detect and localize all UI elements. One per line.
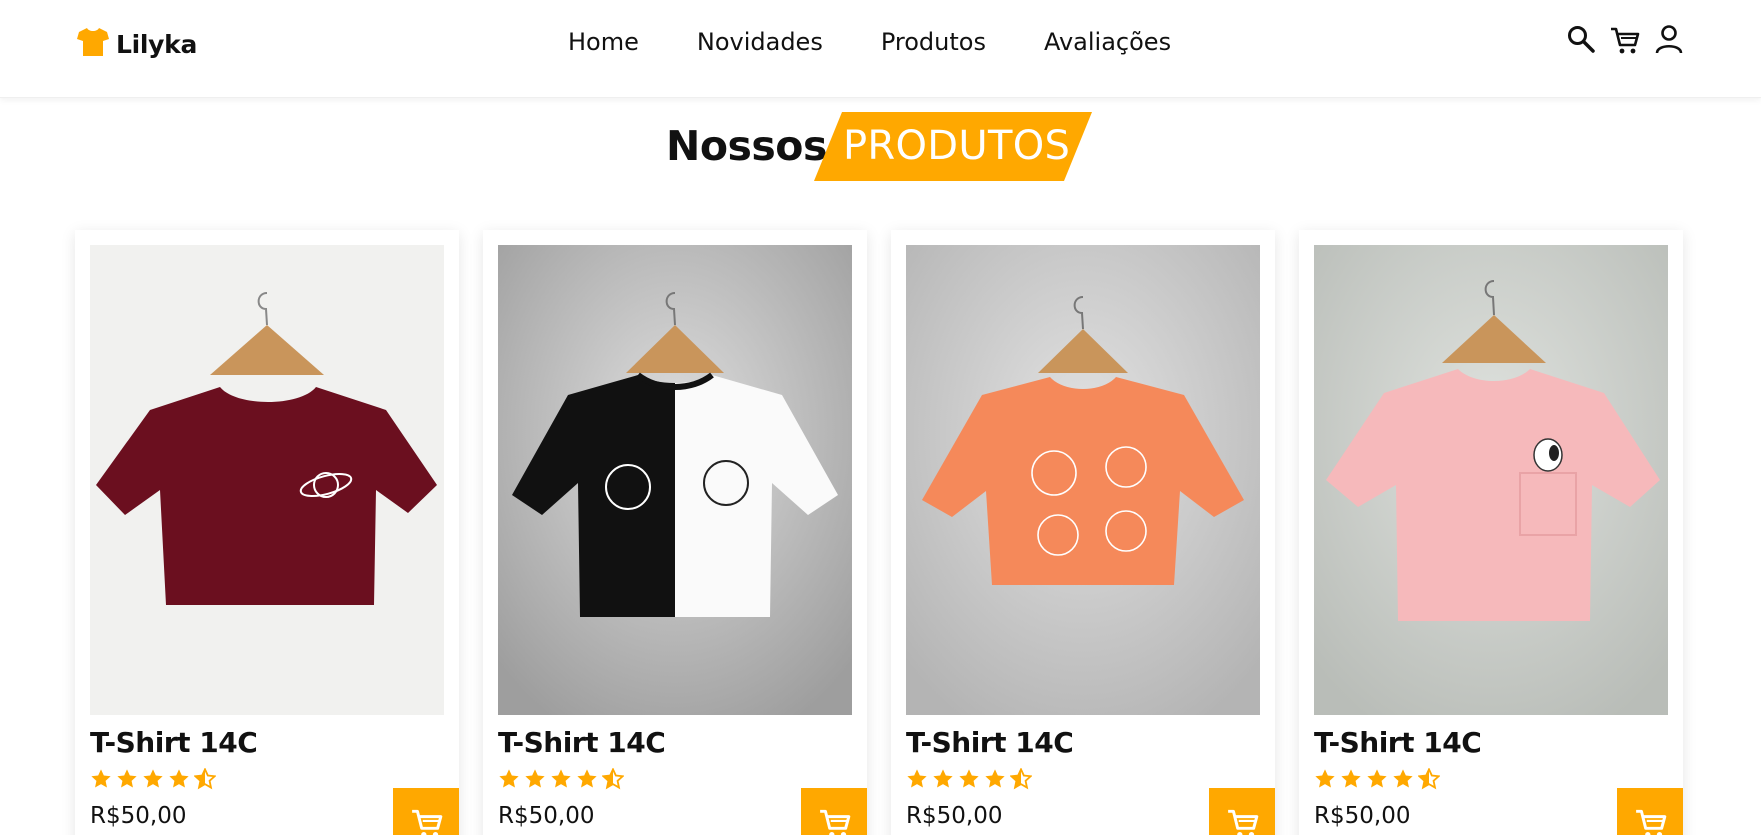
star-icon bbox=[985, 769, 1005, 788]
star-icon bbox=[1393, 769, 1413, 788]
product-image[interactable] bbox=[90, 245, 444, 715]
product-price: R$50,00 bbox=[1314, 803, 1411, 829]
product-name: T-Shirt 14C bbox=[1314, 726, 1482, 759]
star-icon bbox=[577, 769, 597, 788]
product-rating bbox=[498, 768, 624, 790]
star-half-icon bbox=[194, 768, 216, 790]
product-rating bbox=[1314, 768, 1440, 790]
star-icon bbox=[143, 769, 163, 788]
brand-name: Lilyka bbox=[116, 29, 198, 59]
product-price: R$50,00 bbox=[498, 803, 595, 829]
star-icon bbox=[959, 769, 979, 788]
main-nav: Home Novidades Produtos Avaliações bbox=[568, 28, 1171, 56]
nav-link-produtos[interactable]: Produtos bbox=[881, 28, 986, 56]
products-grid: T-Shirt 14C R$50,00 T-Shirt 14C R$50,00 … bbox=[0, 230, 1761, 835]
add-to-cart-button[interactable] bbox=[1209, 788, 1275, 835]
star-icon bbox=[907, 769, 927, 788]
product-card: T-Shirt 14C R$50,00 bbox=[891, 230, 1275, 835]
cart-icon[interactable] bbox=[1610, 24, 1640, 56]
product-rating bbox=[90, 768, 216, 790]
cart-icon bbox=[1636, 809, 1667, 835]
product-image[interactable] bbox=[906, 245, 1260, 715]
product-card: T-Shirt 14C R$50,00 bbox=[483, 230, 867, 835]
user-icon[interactable] bbox=[1654, 24, 1684, 56]
product-name: T-Shirt 14C bbox=[90, 726, 258, 759]
add-to-cart-button[interactable] bbox=[393, 788, 459, 835]
star-icon bbox=[551, 769, 571, 788]
nav-link-avaliacoes[interactable]: Avaliações bbox=[1044, 28, 1171, 56]
section-heading: Nossos PRODUTOS bbox=[0, 112, 1761, 182]
star-icon bbox=[499, 769, 519, 788]
star-half-icon bbox=[1418, 768, 1440, 790]
cart-icon bbox=[1228, 809, 1259, 835]
product-card: T-Shirt 14C R$50,00 bbox=[75, 230, 459, 835]
tshirt-icon bbox=[76, 26, 110, 62]
product-price: R$50,00 bbox=[906, 803, 1003, 829]
section-title-highlight: PRODUTOS bbox=[843, 123, 1071, 169]
product-name: T-Shirt 14C bbox=[498, 726, 666, 759]
product-rating bbox=[906, 768, 1032, 790]
star-icon bbox=[1315, 769, 1335, 788]
star-icon bbox=[525, 769, 545, 788]
product-image[interactable] bbox=[1314, 245, 1668, 715]
section-title-plain: Nossos bbox=[666, 122, 827, 170]
star-icon bbox=[1341, 769, 1361, 788]
add-to-cart-button[interactable] bbox=[1617, 788, 1683, 835]
site-header: Lilyka Home Novidades Produtos Avaliaçõe… bbox=[0, 0, 1761, 98]
nav-link-novidades[interactable]: Novidades bbox=[697, 28, 823, 56]
nav-link-home[interactable]: Home bbox=[568, 28, 639, 56]
star-icon bbox=[933, 769, 953, 788]
product-price: R$50,00 bbox=[90, 803, 187, 829]
product-card: T-Shirt 14C R$50,00 bbox=[1299, 230, 1683, 835]
star-icon bbox=[91, 769, 111, 788]
product-image[interactable] bbox=[498, 245, 852, 715]
search-icon[interactable] bbox=[1566, 24, 1596, 56]
cart-icon bbox=[820, 809, 851, 835]
star-icon bbox=[1367, 769, 1387, 788]
cart-icon bbox=[412, 809, 443, 835]
header-actions bbox=[1566, 24, 1684, 56]
star-icon bbox=[117, 769, 137, 788]
product-name: T-Shirt 14C bbox=[906, 726, 1074, 759]
brand-logo[interactable]: Lilyka bbox=[76, 26, 197, 62]
add-to-cart-button[interactable] bbox=[801, 788, 867, 835]
star-half-icon bbox=[1010, 768, 1032, 790]
star-icon bbox=[169, 769, 189, 788]
star-half-icon bbox=[602, 768, 624, 790]
